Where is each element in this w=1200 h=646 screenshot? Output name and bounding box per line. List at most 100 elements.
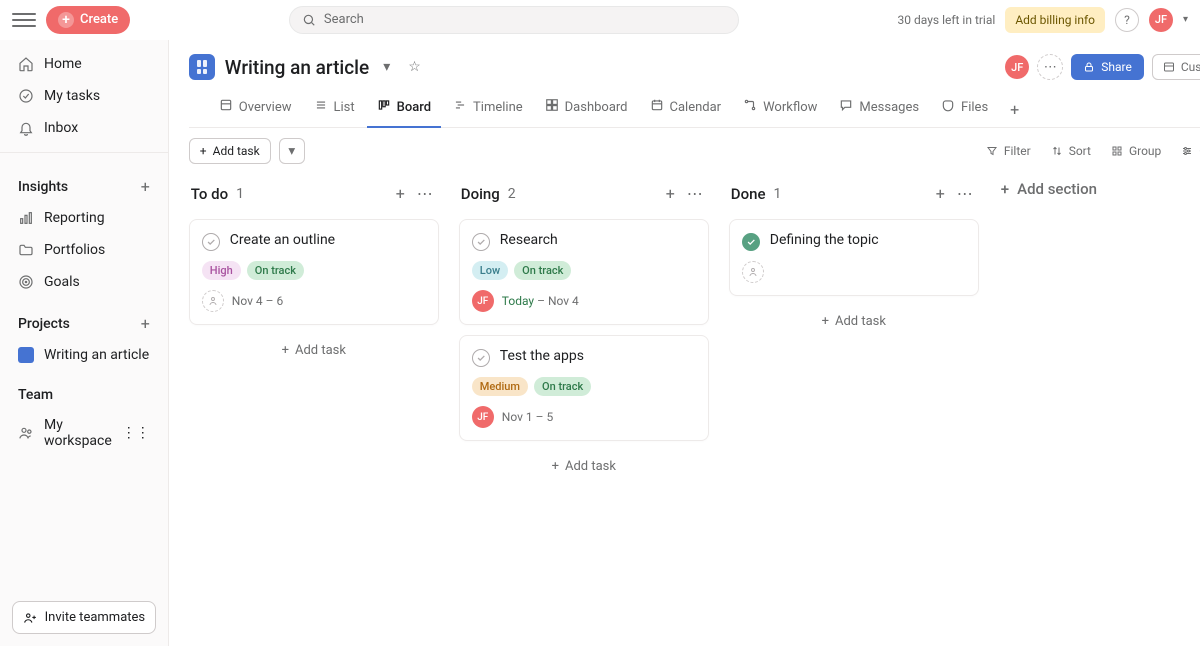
section-title: Insights: [18, 179, 68, 195]
sidebar-item-workspace[interactable]: My workspace ⋮⋮: [0, 409, 168, 457]
main: Writing an article ▾ ☆ JF ⋯ Share Custom…: [169, 40, 1200, 646]
add-task-label: Add task: [213, 144, 260, 158]
add-task-more-button[interactable]: ▾: [279, 138, 305, 164]
task-date: Nov 1 – 5: [502, 410, 553, 424]
tab-list[interactable]: List: [304, 92, 365, 128]
tag[interactable]: Low: [472, 261, 508, 280]
tag[interactable]: High: [202, 261, 241, 280]
tab-messages[interactable]: Messages: [829, 92, 929, 128]
tab-label: Dashboard: [565, 100, 628, 115]
member-avatar[interactable]: JF: [1005, 55, 1029, 79]
sidebar-item-inbox[interactable]: Inbox: [0, 112, 168, 144]
help-button[interactable]: ?: [1115, 8, 1139, 32]
sidebar-item-home[interactable]: Home: [0, 48, 168, 80]
sort-button[interactable]: Sort: [1043, 139, 1099, 163]
complete-checkbox[interactable]: [472, 349, 490, 367]
assignee-avatar[interactable]: JF: [472, 406, 494, 428]
sidebar-label: Goals: [44, 274, 80, 290]
star-icon[interactable]: ☆: [404, 55, 425, 79]
tags-row: High On track: [202, 261, 426, 280]
complete-checkbox[interactable]: [472, 233, 490, 251]
project-icon[interactable]: [189, 54, 215, 80]
chevron-down-icon[interactable]: ▾: [1183, 14, 1188, 25]
complete-checkbox[interactable]: [202, 233, 220, 251]
section-insights[interactable]: Insights +: [0, 161, 168, 202]
billing-button[interactable]: Add billing info: [1005, 7, 1105, 33]
plus-icon[interactable]: +: [141, 314, 150, 333]
customize-button[interactable]: Customize: [1152, 54, 1200, 80]
column-add-task[interactable]: +Add task: [459, 451, 709, 482]
sidebar-item-goals[interactable]: Goals: [0, 266, 168, 298]
filter-button[interactable]: Filter: [978, 139, 1039, 163]
plus-icon[interactable]: +: [141, 177, 150, 196]
sidebar-item-portfolios[interactable]: Portfolios: [0, 234, 168, 266]
column-title[interactable]: Done: [731, 185, 766, 203]
search-input[interactable]: Search: [289, 6, 739, 34]
add-section-button[interactable]: +Add section: [999, 174, 1200, 204]
project-title[interactable]: Writing an article: [225, 56, 369, 79]
task-card[interactable]: Create an outline HighOn trackNov 4 – 6: [189, 219, 439, 325]
sidebar-item-project[interactable]: Writing an article: [0, 339, 168, 371]
plus-icon: +: [58, 12, 74, 28]
column-more-button[interactable]: ⋯: [683, 180, 707, 207]
invite-teammates-button[interactable]: Invite teammates: [12, 601, 156, 634]
column-more-button[interactable]: ⋯: [953, 180, 977, 207]
complete-checkbox[interactable]: [742, 233, 760, 251]
add-task-label: Add task: [295, 343, 346, 358]
assignee-empty[interactable]: [742, 261, 764, 283]
tab-files[interactable]: Files: [931, 92, 998, 128]
check-circle-icon: [18, 88, 34, 104]
column-count: 1: [773, 186, 781, 202]
column-more-button[interactable]: ⋯: [413, 180, 437, 207]
lock-icon: [1083, 61, 1095, 73]
task-card[interactable]: Test the apps MediumOn trackJFNov 1 – 5: [459, 335, 709, 441]
tab-workflow[interactable]: Workflow: [733, 92, 827, 128]
column-header: Done 1 + ⋯: [729, 174, 979, 219]
task-card[interactable]: Research LowOn trackJFToday – Nov 4: [459, 219, 709, 325]
task-date: Today – Nov 4: [502, 294, 579, 308]
tag[interactable]: On track: [247, 261, 304, 280]
column-add-button[interactable]: +: [392, 180, 409, 207]
tag[interactable]: Medium: [472, 377, 528, 396]
section-team[interactable]: Team: [0, 371, 168, 409]
assignee-empty[interactable]: [202, 290, 224, 312]
tab-overview[interactable]: Overview: [209, 92, 302, 128]
column-add-button[interactable]: +: [662, 180, 679, 207]
chevron-down-icon[interactable]: ▾: [379, 55, 394, 79]
people-icon: [18, 425, 34, 441]
filter-icon: [986, 145, 998, 157]
column-add-task[interactable]: +Add task: [729, 306, 979, 337]
folder-icon: [18, 242, 34, 258]
section-projects[interactable]: Projects +: [0, 298, 168, 339]
column-add-button[interactable]: +: [932, 180, 949, 207]
expand-icon[interactable]: ⋮⋮: [122, 425, 150, 441]
group-button[interactable]: Group: [1103, 139, 1169, 163]
sidebar-item-reporting[interactable]: Reporting: [0, 202, 168, 234]
user-avatar[interactable]: JF: [1149, 8, 1173, 32]
board: To do 1 + ⋯ Create an outline HighOn tra…: [169, 174, 1200, 646]
tab-calendar[interactable]: Calendar: [640, 92, 732, 128]
share-button[interactable]: Share: [1071, 54, 1144, 80]
tab-board[interactable]: Board: [367, 92, 441, 128]
options-button[interactable]: Options: [1173, 139, 1200, 163]
add-task-button[interactable]: + Add task: [189, 138, 271, 164]
tab-dashboard[interactable]: Dashboard: [535, 92, 638, 128]
board-column: To do 1 + ⋯ Create an outline HighOn tra…: [189, 174, 439, 366]
customize-label: Customize: [1181, 60, 1200, 74]
column-title[interactable]: To do: [191, 185, 228, 203]
create-button[interactable]: + Create: [46, 6, 130, 34]
tag[interactable]: On track: [534, 377, 591, 396]
task-card[interactable]: Defining the topic: [729, 219, 979, 296]
tab-timeline[interactable]: Timeline: [443, 92, 533, 128]
tag[interactable]: On track: [514, 261, 571, 280]
assignee-avatar[interactable]: JF: [472, 290, 494, 312]
sliders-icon: [1163, 61, 1175, 73]
sidebar-item-mytasks[interactable]: My tasks: [0, 80, 168, 112]
sidebar-toggle[interactable]: [12, 8, 36, 32]
column-add-task[interactable]: +Add task: [189, 335, 439, 366]
add-section-column: +Add section: [999, 174, 1200, 204]
column-title[interactable]: Doing: [461, 185, 500, 203]
add-tab-button[interactable]: +: [1000, 94, 1029, 125]
tab-icon: [545, 98, 559, 116]
more-menu[interactable]: ⋯: [1037, 54, 1063, 80]
